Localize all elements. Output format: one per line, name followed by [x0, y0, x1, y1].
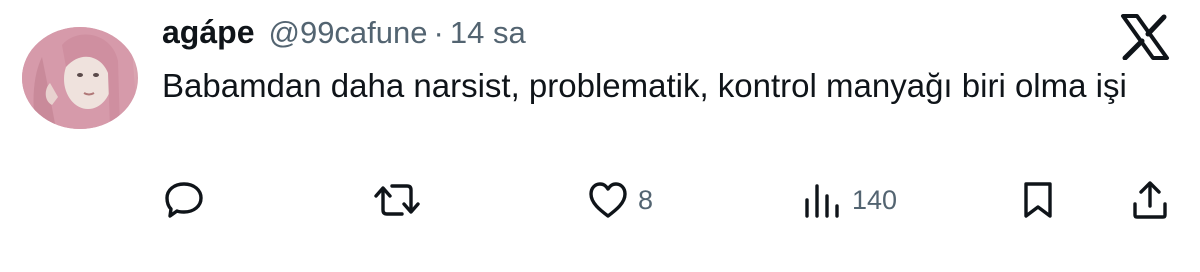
share-button[interactable] — [1128, 172, 1172, 228]
tweet-text: Babamdan daha narsist, problematik, kont… — [162, 67, 1127, 104]
retweet-icon — [374, 184, 420, 216]
views-button[interactable]: 140 — [800, 172, 897, 228]
reply-button[interactable] — [162, 172, 206, 228]
action-bar: 8 140 — [0, 172, 1200, 228]
avatar[interactable] — [22, 27, 138, 129]
author-handle[interactable]: @99cafune — [268, 15, 427, 51]
views-count: 140 — [852, 184, 898, 215]
separator-dot: · — [433, 15, 444, 50]
bookmark-button[interactable] — [1016, 172, 1060, 228]
tweet-card[interactable]: agápe @99cafune · 14 sa Babamdan daha na… — [0, 0, 1200, 272]
x-logo-icon[interactable] — [1120, 14, 1170, 61]
timestamp[interactable]: 14 sa — [450, 15, 526, 51]
author-name[interactable]: agápe — [162, 14, 254, 51]
like-count: 8 — [638, 184, 654, 215]
bookmark-icon — [1024, 182, 1052, 218]
heart-icon — [589, 182, 627, 218]
share-icon — [1133, 181, 1167, 219]
retweet-button[interactable] — [372, 172, 422, 228]
views-icon — [805, 184, 839, 218]
reply-icon — [165, 182, 203, 218]
tweet-header: agápe @99cafune · 14 sa — [162, 14, 526, 54]
like-button[interactable]: 8 — [586, 172, 653, 228]
